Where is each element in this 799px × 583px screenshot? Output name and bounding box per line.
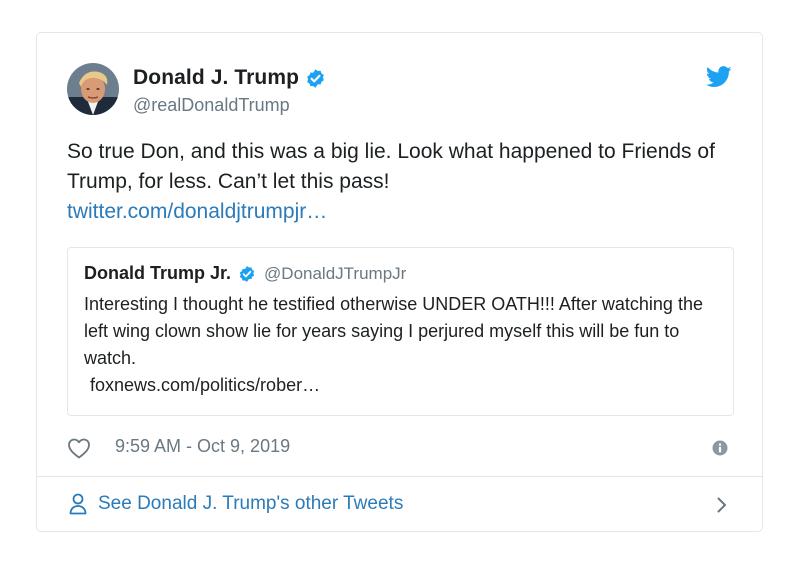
quoted-author-handle: @DonaldJTrumpJr bbox=[264, 263, 407, 283]
see-other-tweets-label: See Donald J. Trump's other Tweets bbox=[98, 493, 404, 514]
avatar[interactable] bbox=[67, 63, 119, 115]
chevron-right-icon bbox=[716, 496, 728, 514]
tweet-text: So true Don, and this was a big lie. Loo… bbox=[67, 137, 727, 227]
tweet-card: Donald J. Trump @realDonaldTrump So true… bbox=[36, 32, 763, 532]
divider bbox=[37, 476, 762, 477]
author-name-row: Donald J. Trump bbox=[133, 66, 326, 90]
quoted-tweet[interactable]: Donald Trump Jr. @DonaldJTrumpJr Interes… bbox=[67, 247, 734, 416]
author-name[interactable]: Donald J. Trump bbox=[133, 66, 299, 90]
quoted-tweet-header: Donald Trump Jr. @DonaldJTrumpJr bbox=[84, 263, 406, 284]
heart-icon[interactable] bbox=[67, 437, 91, 459]
tweet-body: So true Don, and this was a big lie. Loo… bbox=[67, 140, 715, 193]
verified-badge-icon bbox=[305, 68, 326, 89]
quoted-author-name: Donald Trump Jr. bbox=[84, 263, 232, 283]
tweet-timestamp[interactable]: 9:59 AM - Oct 9, 2019 bbox=[115, 436, 290, 457]
quoted-tweet-link: foxnews.com/politics/rober… bbox=[90, 375, 321, 395]
tweet-link[interactable]: twitter.com/donaldjtrumpjr… bbox=[67, 197, 727, 227]
twitter-bird-icon[interactable] bbox=[706, 66, 732, 88]
see-other-tweets-link[interactable]: See Donald J. Trump's other Tweets bbox=[67, 491, 732, 519]
quoted-tweet-body: Interesting I thought he testified other… bbox=[84, 294, 703, 368]
tweet-header: Donald J. Trump @realDonaldTrump bbox=[67, 63, 732, 121]
info-icon[interactable] bbox=[712, 440, 728, 456]
author-handle[interactable]: @realDonaldTrump bbox=[133, 95, 290, 116]
tweet-meta: 9:59 AM - Oct 9, 2019 bbox=[67, 435, 732, 461]
verified-badge-icon bbox=[238, 265, 256, 283]
quoted-tweet-text: Interesting I thought he testified other… bbox=[84, 291, 714, 399]
person-icon bbox=[69, 493, 87, 515]
